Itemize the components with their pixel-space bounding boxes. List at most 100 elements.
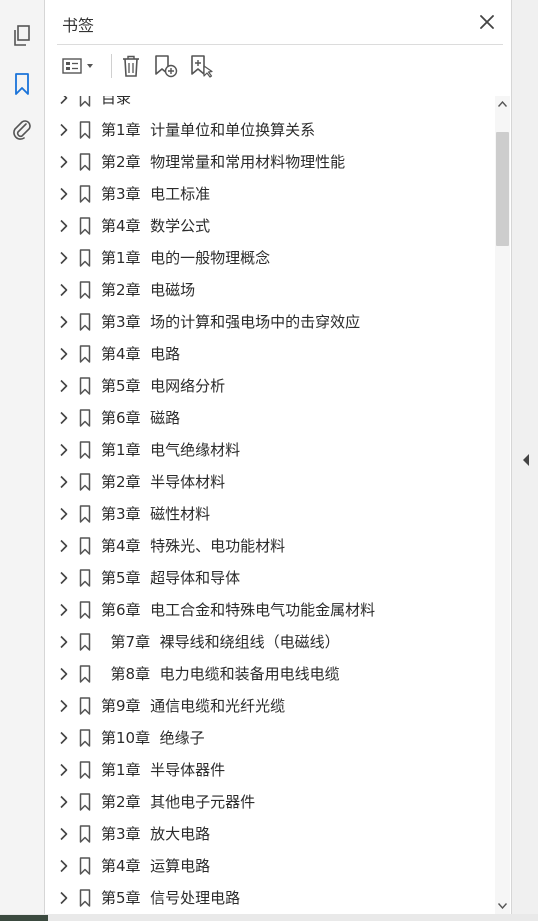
expand-chevron-icon[interactable] [59,667,69,681]
expand-chevron-icon[interactable] [59,315,69,329]
bookmark-label: 第9章 通信电缆和光纤光缆 [101,697,286,715]
expand-chevron-icon[interactable] [59,443,69,457]
bookmark-label: 第5章 电网络分析 [101,377,226,395]
bookmark-icon [79,121,91,139]
bookmark-item[interactable]: 第1章 半导体器件 [45,754,493,786]
bookmark-icon[interactable] [6,68,38,100]
expand-chevron-icon[interactable] [59,891,69,905]
bookmark-label: 第4章 电路 [101,345,181,363]
expand-chevron-icon[interactable] [59,859,69,873]
bookmark-item[interactable]: 第4章 特殊光、电功能材料 [45,530,493,562]
bookmark-item[interactable]: 第4章 电路 [45,338,493,370]
bookmark-icon [79,633,91,651]
header-divider [57,44,503,45]
bookmark-icon [79,601,91,619]
bookmark-item[interactable]: 第3章 场的计算和强电场中的击穿效应 [45,306,493,338]
bookmark-item[interactable]: 第5章 超导体和导体 [45,562,493,594]
expand-chevron-icon[interactable] [59,827,69,841]
bookmark-icon [79,441,91,459]
bookmark-item[interactable]: 第3章 电工标准 [45,178,493,210]
bookmark-item[interactable]: 第6章 电工合金和特殊电气功能金属材料 [45,594,493,626]
bookmark-label: 第1章 电的一般物理概念 [101,249,271,267]
scroll-down-button[interactable] [495,898,510,914]
expand-chevron-icon[interactable] [59,795,69,809]
bookmark-icon [79,313,91,331]
bookmark-item[interactable]: 第6章 磁路 [45,402,493,434]
expand-chevron-icon[interactable] [59,96,69,105]
expand-chevron-icon[interactable] [59,411,69,425]
expand-chevron-icon[interactable] [59,475,69,489]
delete-bookmark-button[interactable] [117,52,145,80]
bookmark-icon [79,185,91,203]
collapse-left-icon [523,454,529,466]
options-menu-button[interactable] [59,52,97,80]
scroll-up-button[interactable] [495,96,510,112]
delete-bookmark-icon [123,55,139,77]
bookmark-list: 目录第1章 计量单位和单位换算关系第2章 物理常量和常用材料物理性能第3章 电工… [45,96,495,921]
expand-chevron-icon[interactable] [59,571,69,585]
expand-chevron-icon[interactable] [59,187,69,201]
bookmark-icon [79,281,91,299]
bookmark-label: 第4章 特殊光、电功能材料 [101,537,286,555]
bookmark-item[interactable]: 第3章 放大电路 [45,818,493,850]
expand-chevron-icon[interactable] [59,155,69,169]
bookmark-icon [79,793,91,811]
scrollbar[interactable] [495,96,510,914]
bookmark-icon [79,249,91,267]
bookmark-icon [79,153,91,171]
bookmark-item[interactable]: 第2章 电磁场 [45,274,493,306]
bookmark-label: 第2章 半导体材料 [101,473,226,491]
bookmark-item[interactable]: 目录 [45,96,493,114]
bookmark-item[interactable]: 第5章 电网络分析 [45,370,493,402]
bookmark-icon [79,537,91,555]
expand-chevron-icon[interactable] [59,347,69,361]
bookmark-item[interactable]: 第3章 磁性材料 [45,498,493,530]
bookmark-item[interactable]: 第1章 计量单位和单位换算关系 [45,114,493,146]
expand-chevron-icon[interactable] [59,603,69,617]
bookmark-label: 第3章 放大电路 [101,825,211,843]
new-bookmark-icon [155,55,178,78]
close-panel-button[interactable] [475,10,499,34]
attachment-icon[interactable] [6,113,38,145]
collapse-panel-button[interactable] [521,452,531,468]
bookmark-label: 第1章 半导体器件 [101,761,226,779]
expand-chevron-icon[interactable] [59,507,69,521]
expand-chevron-icon[interactable] [59,731,69,745]
new-bookmark-from-structure-button[interactable] [187,52,217,80]
expand-chevron-icon[interactable] [59,699,69,713]
bookmark-label: 第1章 计量单位和单位换算关系 [101,121,316,139]
bookmark-item[interactable]: 第1章 电的一般物理概念 [45,242,493,274]
bookmark-label: 第3章 场的计算和强电场中的击穿效应 [101,313,361,331]
scroll-down-icon [498,903,507,909]
bookmark-item[interactable]: 第8章 电力电缆和装备用电线电缆 [45,658,493,690]
expand-chevron-icon[interactable] [59,251,69,265]
expand-chevron-icon[interactable] [59,123,69,137]
bookmark-item[interactable]: 第2章 物理常量和常用材料物理性能 [45,146,493,178]
expand-chevron-icon[interactable] [59,635,69,649]
bookmark-icon [79,889,91,907]
bookmark-item[interactable]: 第2章 其他电子元器件 [45,786,493,818]
bookmark-item[interactable]: 第1章 电气绝缘材料 [45,434,493,466]
bookmark-label: 第4章 数学公式 [101,217,211,235]
bookmark-item[interactable]: 第4章 数学公式 [45,210,493,242]
bookmark-icon [79,505,91,523]
bookmark-item[interactable]: 第9章 通信电缆和光纤光缆 [45,690,493,722]
bookmark-icon [79,825,91,843]
expand-chevron-icon[interactable] [59,763,69,777]
expand-chevron-icon[interactable] [59,379,69,393]
bookmark-item[interactable]: 第5章 信号处理电路 [45,882,493,914]
expand-chevron-icon[interactable] [59,539,69,553]
bookmark-label: 第10章 绝缘子 [101,729,205,747]
expand-chevron-icon[interactable] [59,219,69,233]
expand-chevron-icon[interactable] [59,283,69,297]
bookmark-item[interactable]: 第10章 绝缘子 [45,722,493,754]
scrollbar-thumb[interactable] [496,132,509,246]
pages-icon[interactable] [6,20,38,52]
bookmark-item[interactable]: 第2章 半导体材料 [45,466,493,498]
new-bookmark-button[interactable] [151,52,181,80]
bookmark-item[interactable]: 第4章 运算电路 [45,850,493,882]
bookmark-label: 第2章 物理常量和常用材料物理性能 [101,153,346,171]
bookmark-item[interactable]: 第7章 裸导线和绕组线（电磁线） [45,626,493,658]
bookmark-icon [79,761,91,779]
bookmark-label: 第4章 运算电路 [101,857,211,875]
